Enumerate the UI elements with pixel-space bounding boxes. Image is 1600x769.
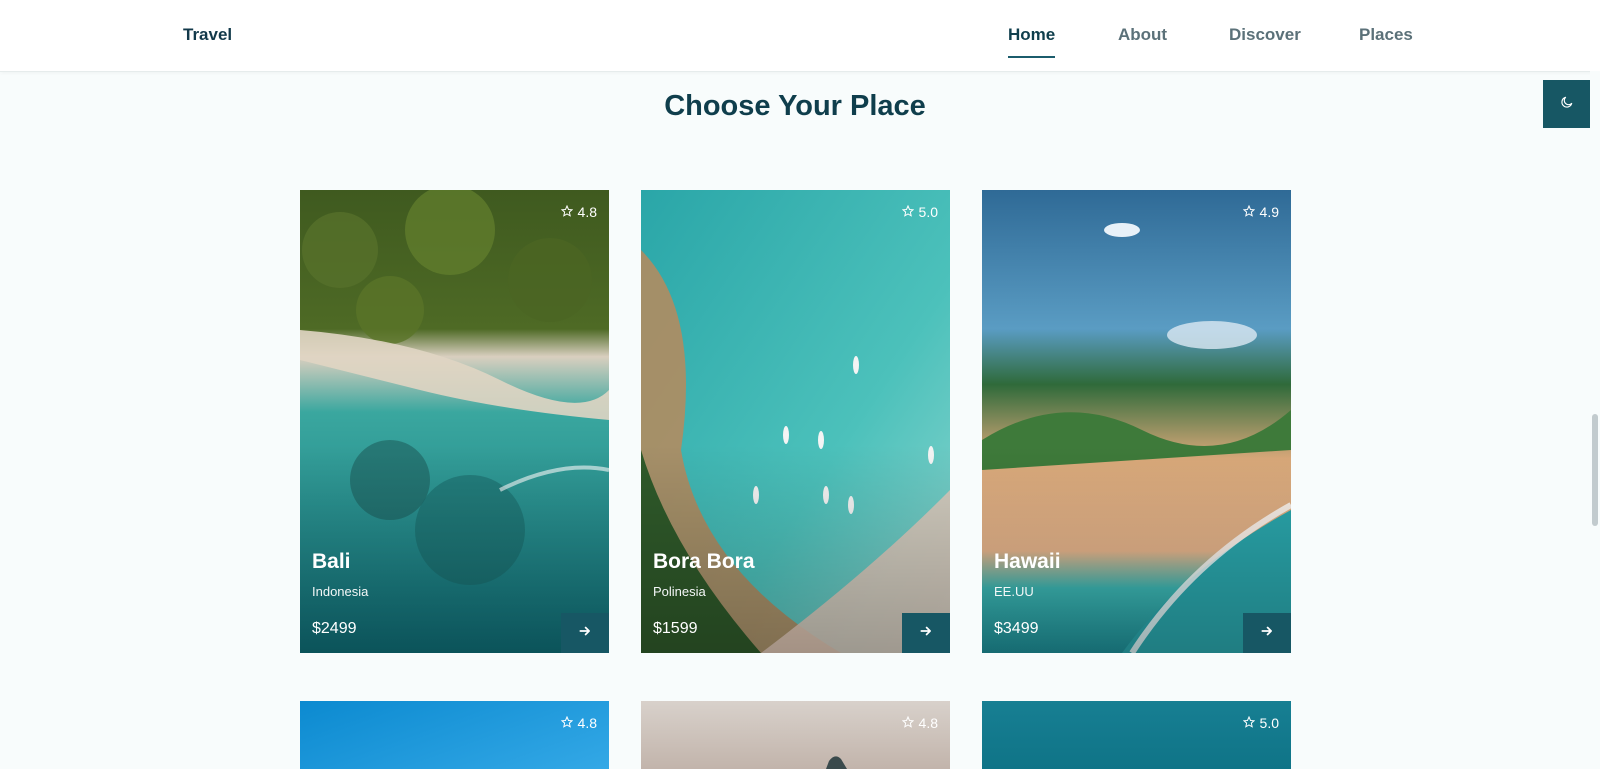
active-nav-indicator <box>1008 56 1055 58</box>
rating-value: 5.0 <box>1259 715 1279 731</box>
nav-places[interactable]: Places <box>1359 25 1413 45</box>
scrollbar-thumb[interactable] <box>1592 414 1598 526</box>
place-card-6[interactable]: 5.0 <box>982 701 1291 769</box>
place-card-5[interactable]: 4.8 <box>641 701 950 769</box>
place-location: Polinesia <box>653 584 706 599</box>
rating-badge: 4.8 <box>901 715 938 731</box>
place-card-hawaii[interactable]: 4.9 Hawaii EE.UU $3499 <box>982 190 1291 653</box>
card-image <box>826 756 847 769</box>
rating-value: 4.8 <box>577 715 597 731</box>
rating-badge: 4.9 <box>1242 204 1279 220</box>
card-arrow-button[interactable] <box>561 613 609 653</box>
site-header: Travel Home About Discover Places <box>0 0 1600 72</box>
arrow-right-icon <box>919 624 933 643</box>
site-logo[interactable]: Travel <box>183 25 232 45</box>
section-title: Choose Your Place <box>664 90 926 122</box>
card-arrow-button[interactable] <box>902 613 950 653</box>
star-icon <box>560 715 573 731</box>
place-price: $2499 <box>312 620 357 637</box>
place-card-bora-bora[interactable]: 5.0 Bora Bora Polinesia $1599 <box>641 190 950 653</box>
arrow-right-icon <box>578 624 592 643</box>
star-icon <box>1242 715 1255 731</box>
rating-value: 4.8 <box>918 715 938 731</box>
star-icon <box>560 204 573 220</box>
star-icon <box>1242 204 1255 220</box>
place-price: $3499 <box>994 620 1039 637</box>
place-card-bali[interactable]: 4.8 Bali Indonesia $2499 <box>300 190 609 653</box>
rating-badge: 4.8 <box>560 204 597 220</box>
rating-value: 4.9 <box>1259 204 1279 220</box>
place-name: Bora Bora <box>653 550 755 573</box>
nav-home[interactable]: Home <box>1008 25 1055 45</box>
rating-badge: 4.8 <box>560 715 597 731</box>
rating-badge: 5.0 <box>1242 715 1279 731</box>
place-location: Indonesia <box>312 584 369 599</box>
star-icon <box>901 715 914 731</box>
place-name: Hawaii <box>994 550 1061 573</box>
place-name: Bali <box>312 550 351 573</box>
rating-value: 4.8 <box>577 204 597 220</box>
star-icon <box>901 204 914 220</box>
place-price: $1599 <box>653 620 698 637</box>
nav-discover[interactable]: Discover <box>1229 25 1301 45</box>
arrow-right-icon <box>1260 624 1274 643</box>
place-location: EE.UU <box>994 584 1034 599</box>
rating-badge: 5.0 <box>901 204 938 220</box>
place-card-4[interactable]: 4.8 <box>300 701 609 769</box>
nav-about[interactable]: About <box>1118 25 1167 45</box>
card-arrow-button[interactable] <box>1243 613 1291 653</box>
rating-value: 5.0 <box>918 204 938 220</box>
